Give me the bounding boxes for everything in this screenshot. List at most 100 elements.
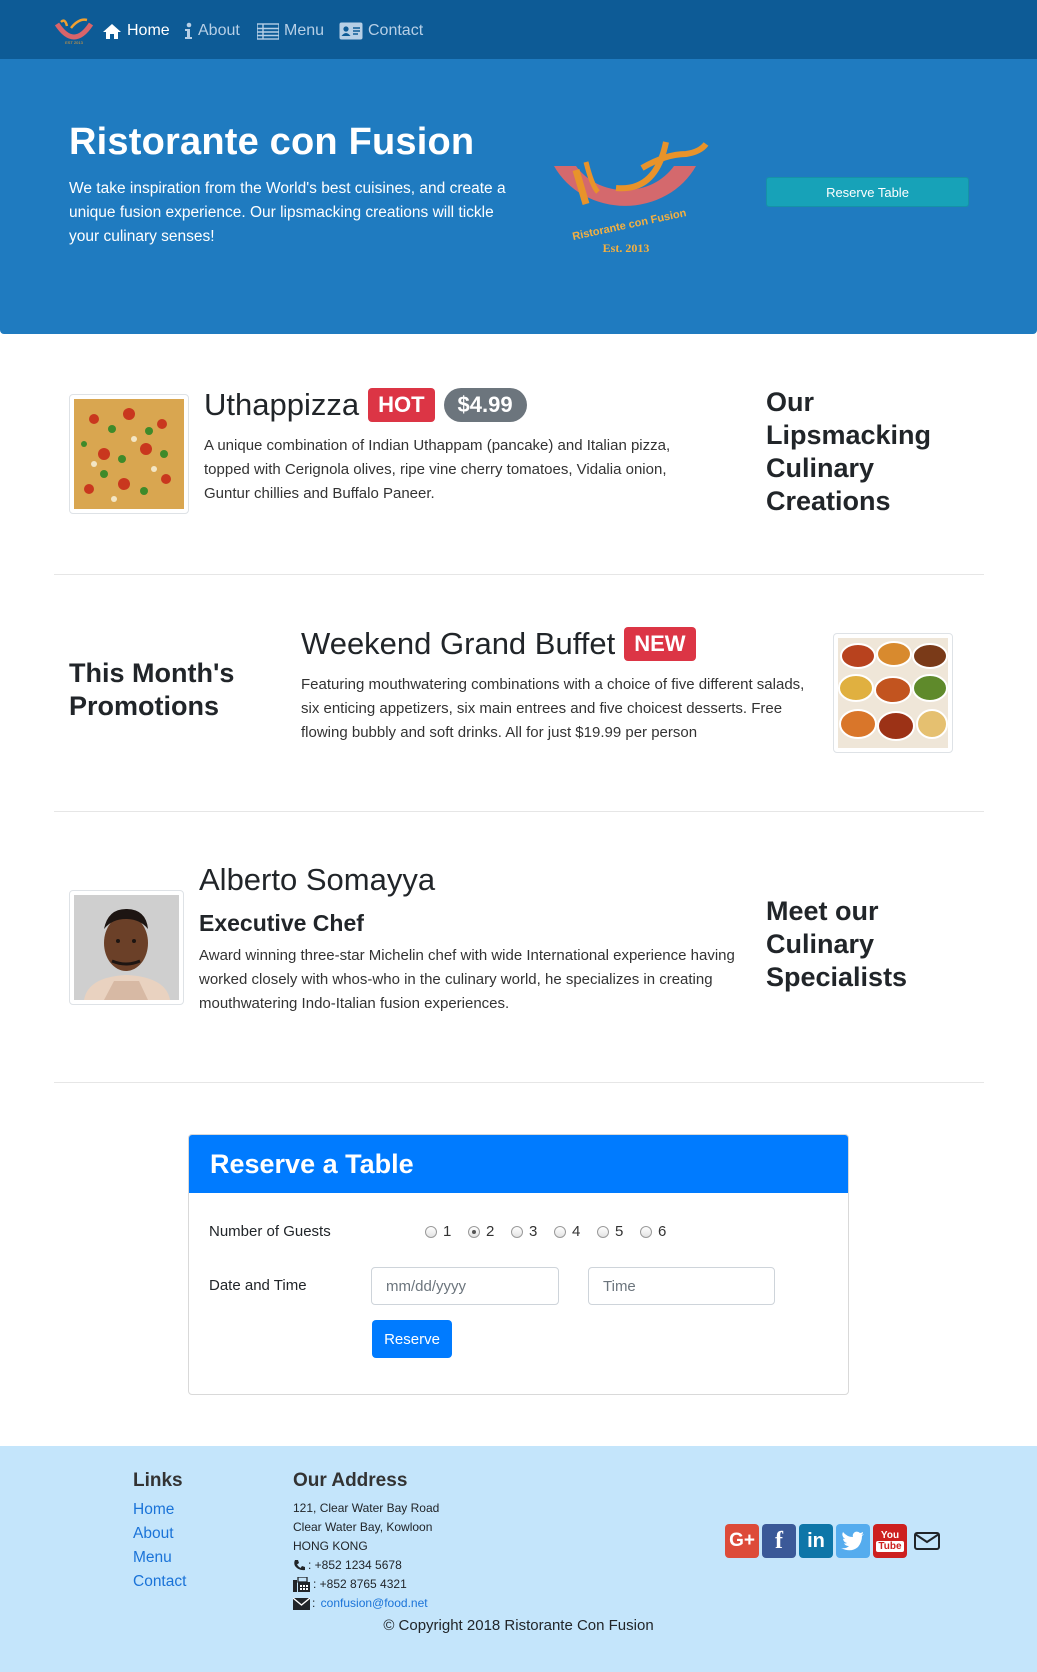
divider bbox=[54, 574, 984, 575]
dish-title: Uthappizza HOT $4.99 bbox=[204, 387, 527, 423]
guest-option-1[interactable]: 1 bbox=[425, 1223, 451, 1240]
logo-text: Ristorante con Fusion bbox=[571, 207, 687, 243]
leader-description: Award winning three-star Michelin chef w… bbox=[199, 947, 735, 1012]
twitter-icon[interactable] bbox=[836, 1524, 870, 1558]
social-links: G+ f in You Tube bbox=[725, 1524, 944, 1558]
pizza-image bbox=[74, 399, 184, 509]
footer-links-heading: Links bbox=[133, 1470, 183, 1491]
guest-option-6[interactable]: 6 bbox=[640, 1223, 666, 1240]
jumbotron-title: Ristorante con Fusion bbox=[69, 121, 475, 163]
restaurant-logo-large: Ristorante con Fusion Est. 2013 bbox=[554, 141, 709, 255]
reservation-card: Reserve a Table Number of Guests 1 2 3 4… bbox=[188, 1134, 849, 1395]
promotion-image bbox=[833, 633, 953, 753]
radio-button[interactable] bbox=[554, 1225, 566, 1238]
footer-link-contact[interactable]: Contact bbox=[133, 1573, 186, 1591]
leader-name: Alberto Somayya bbox=[199, 862, 436, 897]
nav-menu-label: Menu bbox=[284, 22, 325, 39]
guest-option-label: 1 bbox=[443, 1223, 452, 1240]
google-plus-icon[interactable]: G+ bbox=[725, 1524, 759, 1558]
guest-option-2[interactable]: 2 bbox=[468, 1223, 494, 1240]
copyright: © Copyright 2018 Ristorante Con Fusion bbox=[383, 1617, 654, 1634]
phone-icon bbox=[294, 1560, 305, 1571]
facebook-icon[interactable]: f bbox=[762, 1524, 796, 1558]
chef-photo bbox=[74, 895, 179, 1000]
nav-home-label: Home bbox=[127, 22, 170, 39]
price-badge: $4.99 bbox=[443, 388, 527, 422]
promotion-title: Weekend Grand Buffet NEW bbox=[301, 626, 696, 662]
reservation-title: Reserve a Table bbox=[210, 1149, 414, 1179]
nav-about[interactable]: About bbox=[184, 19, 240, 43]
jumbotron: Ristorante con Fusion We take inspiratio… bbox=[0, 59, 1037, 334]
address-line: HONG KONG bbox=[293, 1539, 368, 1553]
email-link[interactable]: confusion@food.net bbox=[321, 1594, 428, 1613]
youtube-icon[interactable]: You Tube bbox=[873, 1524, 907, 1558]
info-icon bbox=[185, 22, 192, 39]
radio-button[interactable] bbox=[425, 1225, 437, 1238]
list-icon bbox=[257, 22, 279, 40]
footer-link-home[interactable]: Home bbox=[133, 1501, 174, 1519]
guest-option-label: 5 bbox=[615, 1223, 624, 1240]
dish-image bbox=[69, 394, 189, 514]
guest-option-label: 4 bbox=[572, 1223, 581, 1240]
fax-row: : +852 8765 4321 bbox=[293, 1575, 439, 1594]
address-line: Clear Water Bay, Kowloon bbox=[293, 1520, 433, 1534]
address-line: 121, Clear Water Bay Road bbox=[293, 1501, 440, 1515]
guest-option-3[interactable]: 3 bbox=[511, 1223, 537, 1240]
reservation-card-header: Reserve a Table bbox=[189, 1135, 848, 1193]
radio-button[interactable] bbox=[468, 1225, 480, 1238]
promotion-description: Featuring mouthwatering combinations wit… bbox=[301, 676, 805, 741]
guest-option-5[interactable]: 5 bbox=[597, 1223, 623, 1240]
footer-address-heading: Our Address bbox=[293, 1470, 408, 1491]
nav-contact-label: Contact bbox=[368, 22, 424, 39]
jumbotron-text: We take inspiration from the World's bes… bbox=[69, 180, 506, 245]
envelope-icon[interactable] bbox=[910, 1524, 944, 1558]
nav-contact[interactable]: Contact bbox=[339, 19, 423, 43]
leader-designation: Executive Chef bbox=[199, 910, 364, 936]
email-row: : confusion@food.net bbox=[293, 1594, 439, 1613]
leader-image bbox=[69, 890, 184, 1005]
time-input[interactable] bbox=[588, 1267, 775, 1305]
promotion-name: Weekend Grand Buffet bbox=[301, 626, 616, 661]
envelope-icon bbox=[293, 1597, 310, 1610]
footer-link-about[interactable]: About bbox=[133, 1525, 174, 1543]
fax-icon bbox=[293, 1577, 310, 1592]
reserve-table-button[interactable]: Reserve Table bbox=[766, 177, 969, 207]
dish-description: A unique combination of Indian Uthappam … bbox=[204, 437, 671, 502]
leader-title: Alberto Somayya bbox=[199, 862, 435, 898]
new-badge: NEW bbox=[624, 627, 696, 661]
address-card-icon bbox=[339, 22, 363, 40]
dish-side-heading: Our Lipsmacking Culinary Creations bbox=[766, 387, 932, 516]
footer-link-menu[interactable]: Menu bbox=[133, 1549, 172, 1567]
logo-est: Est. 2013 bbox=[603, 241, 650, 255]
guest-option-label: 2 bbox=[486, 1223, 495, 1240]
phone-row: : +852 1234 5678 bbox=[293, 1556, 439, 1575]
guest-option-label: 3 bbox=[529, 1223, 538, 1240]
leader-side-heading: Meet our Culinary Specialists bbox=[766, 896, 908, 992]
guest-option-4[interactable]: 4 bbox=[554, 1223, 580, 1240]
datetime-label: Date and Time bbox=[209, 1277, 307, 1294]
home-icon bbox=[103, 23, 121, 39]
nav-home[interactable]: Home bbox=[102, 19, 170, 43]
restaurant-logo[interactable]: EST 2013 bbox=[53, 16, 95, 46]
radio-button[interactable] bbox=[597, 1225, 609, 1238]
nav-about-label: About bbox=[198, 22, 240, 39]
divider bbox=[54, 1082, 984, 1083]
guest-option-label: 6 bbox=[658, 1223, 667, 1240]
radio-button[interactable] bbox=[511, 1225, 523, 1238]
dish-name: Uthappizza bbox=[204, 387, 360, 422]
phone-text: : +852 1234 5678 bbox=[308, 1558, 402, 1572]
linkedin-icon[interactable]: in bbox=[799, 1524, 833, 1558]
date-input[interactable] bbox=[371, 1267, 559, 1305]
fax-text: : +852 8765 4321 bbox=[313, 1577, 407, 1591]
guests-label: Number of Guests bbox=[209, 1223, 331, 1240]
hot-badge: HOT bbox=[368, 388, 435, 422]
divider bbox=[54, 811, 984, 812]
promotion-side-heading: This Month's Promotions bbox=[69, 658, 235, 721]
navbar: EST 2013 Home About Menu Contact bbox=[0, 0, 1037, 59]
svg-text:EST 2013: EST 2013 bbox=[65, 40, 83, 45]
buffet-image bbox=[838, 638, 948, 748]
footer-address: 121, Clear Water Bay Road Clear Water Ba… bbox=[293, 1499, 439, 1613]
radio-button[interactable] bbox=[640, 1225, 652, 1238]
nav-menu[interactable]: Menu bbox=[257, 19, 324, 43]
reserve-button[interactable]: Reserve bbox=[372, 1320, 452, 1358]
